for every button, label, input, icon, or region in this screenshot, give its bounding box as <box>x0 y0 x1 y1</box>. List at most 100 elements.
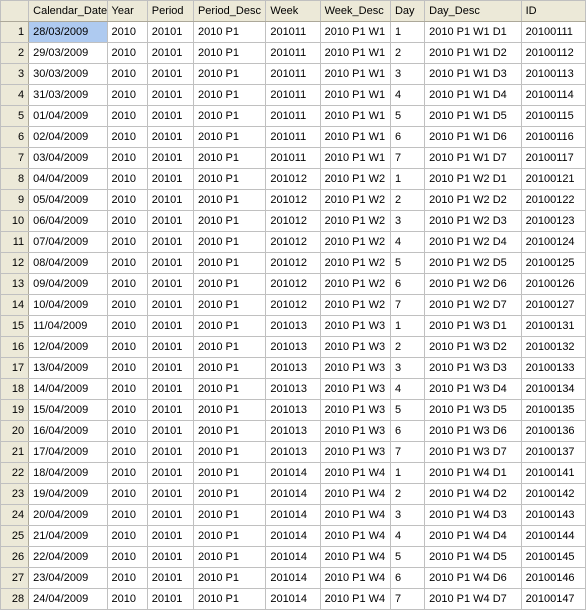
cell-id[interactable]: 20100142 <box>521 484 585 505</box>
cell-day[interactable]: 4 <box>390 85 424 106</box>
cell-id[interactable]: 20100121 <box>521 169 585 190</box>
cell-period_desc[interactable]: 2010 P1 <box>193 274 265 295</box>
cell-week[interactable]: 201014 <box>266 505 320 526</box>
cell-week_desc[interactable]: 2010 P1 W4 <box>320 568 390 589</box>
cell-week[interactable]: 201014 <box>266 547 320 568</box>
cell-week_desc[interactable]: 2010 P1 W2 <box>320 232 390 253</box>
cell-period_desc[interactable]: 2010 P1 <box>193 589 265 610</box>
table-row[interactable]: 2117/04/20092010201012010 P12010132010 P… <box>1 442 586 463</box>
table-row[interactable]: 2319/04/20092010201012010 P12010142010 P… <box>1 484 586 505</box>
cell-day_desc[interactable]: 2010 P1 W3 D7 <box>425 442 521 463</box>
cell-id[interactable]: 20100135 <box>521 400 585 421</box>
cell-week[interactable]: 201012 <box>266 169 320 190</box>
row-header[interactable]: 19 <box>1 400 29 421</box>
cell-week_desc[interactable]: 2010 P1 W2 <box>320 253 390 274</box>
cell-period[interactable]: 20101 <box>147 106 193 127</box>
cell-day[interactable]: 2 <box>390 484 424 505</box>
cell-period[interactable]: 20101 <box>147 526 193 547</box>
cell-week[interactable]: 201012 <box>266 190 320 211</box>
cell-id[interactable]: 20100144 <box>521 526 585 547</box>
cell-period[interactable]: 20101 <box>147 43 193 64</box>
cell-id[interactable]: 20100147 <box>521 589 585 610</box>
cell-id[interactable]: 20100125 <box>521 253 585 274</box>
cell-year[interactable]: 2010 <box>107 337 147 358</box>
table-row[interactable]: 1410/04/20092010201012010 P12010122010 P… <box>1 295 586 316</box>
cell-calendar_date[interactable]: 10/04/2009 <box>29 295 107 316</box>
cell-year[interactable]: 2010 <box>107 169 147 190</box>
cell-week[interactable]: 201011 <box>266 127 320 148</box>
cell-year[interactable]: 2010 <box>107 127 147 148</box>
cell-week[interactable]: 201011 <box>266 22 320 43</box>
cell-period_desc[interactable]: 2010 P1 <box>193 148 265 169</box>
cell-week[interactable]: 201011 <box>266 64 320 85</box>
cell-day[interactable]: 4 <box>390 232 424 253</box>
row-header[interactable]: 13 <box>1 274 29 295</box>
cell-week[interactable]: 201014 <box>266 589 320 610</box>
cell-day[interactable]: 5 <box>390 253 424 274</box>
cell-day[interactable]: 5 <box>390 400 424 421</box>
cell-period_desc[interactable]: 2010 P1 <box>193 526 265 547</box>
cell-year[interactable]: 2010 <box>107 484 147 505</box>
row-header[interactable]: 21 <box>1 442 29 463</box>
cell-week_desc[interactable]: 2010 P1 W1 <box>320 148 390 169</box>
table-row[interactable]: 431/03/20092010201012010 P12010112010 P1… <box>1 85 586 106</box>
cell-year[interactable]: 2010 <box>107 379 147 400</box>
cell-year[interactable]: 2010 <box>107 253 147 274</box>
cell-week[interactable]: 201014 <box>266 463 320 484</box>
cell-calendar_date[interactable]: 04/04/2009 <box>29 169 107 190</box>
cell-day[interactable]: 1 <box>390 22 424 43</box>
row-header[interactable]: 8 <box>1 169 29 190</box>
cell-period[interactable]: 20101 <box>147 211 193 232</box>
cell-id[interactable]: 20100141 <box>521 463 585 484</box>
table-row[interactable]: 1208/04/20092010201012010 P12010122010 P… <box>1 253 586 274</box>
cell-year[interactable]: 2010 <box>107 295 147 316</box>
col-header-week_desc[interactable]: Week_Desc <box>320 1 390 22</box>
cell-day_desc[interactable]: 2010 P1 W2 D5 <box>425 253 521 274</box>
cell-calendar_date[interactable]: 21/04/2009 <box>29 526 107 547</box>
cell-period[interactable]: 20101 <box>147 22 193 43</box>
cell-period[interactable]: 20101 <box>147 169 193 190</box>
cell-period[interactable]: 20101 <box>147 190 193 211</box>
cell-period[interactable]: 20101 <box>147 253 193 274</box>
cell-day_desc[interactable]: 2010 P1 W1 D4 <box>425 85 521 106</box>
cell-period_desc[interactable]: 2010 P1 <box>193 337 265 358</box>
col-header-period_desc[interactable]: Period_Desc <box>193 1 265 22</box>
cell-period_desc[interactable]: 2010 P1 <box>193 505 265 526</box>
row-header[interactable]: 2 <box>1 43 29 64</box>
cell-period_desc[interactable]: 2010 P1 <box>193 127 265 148</box>
cell-period_desc[interactable]: 2010 P1 <box>193 211 265 232</box>
cell-year[interactable]: 2010 <box>107 547 147 568</box>
cell-period[interactable]: 20101 <box>147 568 193 589</box>
cell-day_desc[interactable]: 2010 P1 W4 D1 <box>425 463 521 484</box>
cell-day[interactable]: 1 <box>390 316 424 337</box>
table-row[interactable]: 2521/04/20092010201012010 P12010142010 P… <box>1 526 586 547</box>
col-header-day[interactable]: Day <box>390 1 424 22</box>
cell-period_desc[interactable]: 2010 P1 <box>193 295 265 316</box>
cell-week_desc[interactable]: 2010 P1 W3 <box>320 337 390 358</box>
table-row[interactable]: 1006/04/20092010201012010 P12010122010 P… <box>1 211 586 232</box>
row-header[interactable]: 16 <box>1 337 29 358</box>
row-header[interactable]: 6 <box>1 127 29 148</box>
cell-period[interactable]: 20101 <box>147 442 193 463</box>
cell-calendar_date[interactable]: 01/04/2009 <box>29 106 107 127</box>
cell-day[interactable]: 7 <box>390 148 424 169</box>
cell-day_desc[interactable]: 2010 P1 W2 D3 <box>425 211 521 232</box>
cell-period[interactable]: 20101 <box>147 379 193 400</box>
cell-week_desc[interactable]: 2010 P1 W3 <box>320 400 390 421</box>
table-row[interactable]: 330/03/20092010201012010 P12010112010 P1… <box>1 64 586 85</box>
cell-period[interactable]: 20101 <box>147 505 193 526</box>
cell-day_desc[interactable]: 2010 P1 W4 D2 <box>425 484 521 505</box>
cell-day_desc[interactable]: 2010 P1 W1 D2 <box>425 43 521 64</box>
cell-day[interactable]: 6 <box>390 274 424 295</box>
cell-day_desc[interactable]: 2010 P1 W4 D4 <box>425 526 521 547</box>
cell-year[interactable]: 2010 <box>107 526 147 547</box>
cell-period_desc[interactable]: 2010 P1 <box>193 169 265 190</box>
cell-day[interactable]: 2 <box>390 43 424 64</box>
cell-week_desc[interactable]: 2010 P1 W4 <box>320 463 390 484</box>
cell-day[interactable]: 6 <box>390 127 424 148</box>
cell-week_desc[interactable]: 2010 P1 W3 <box>320 421 390 442</box>
cell-year[interactable]: 2010 <box>107 463 147 484</box>
cell-year[interactable]: 2010 <box>107 274 147 295</box>
cell-period[interactable]: 20101 <box>147 463 193 484</box>
table-row[interactable]: 128/03/20092010201012010 P12010112010 P1… <box>1 22 586 43</box>
